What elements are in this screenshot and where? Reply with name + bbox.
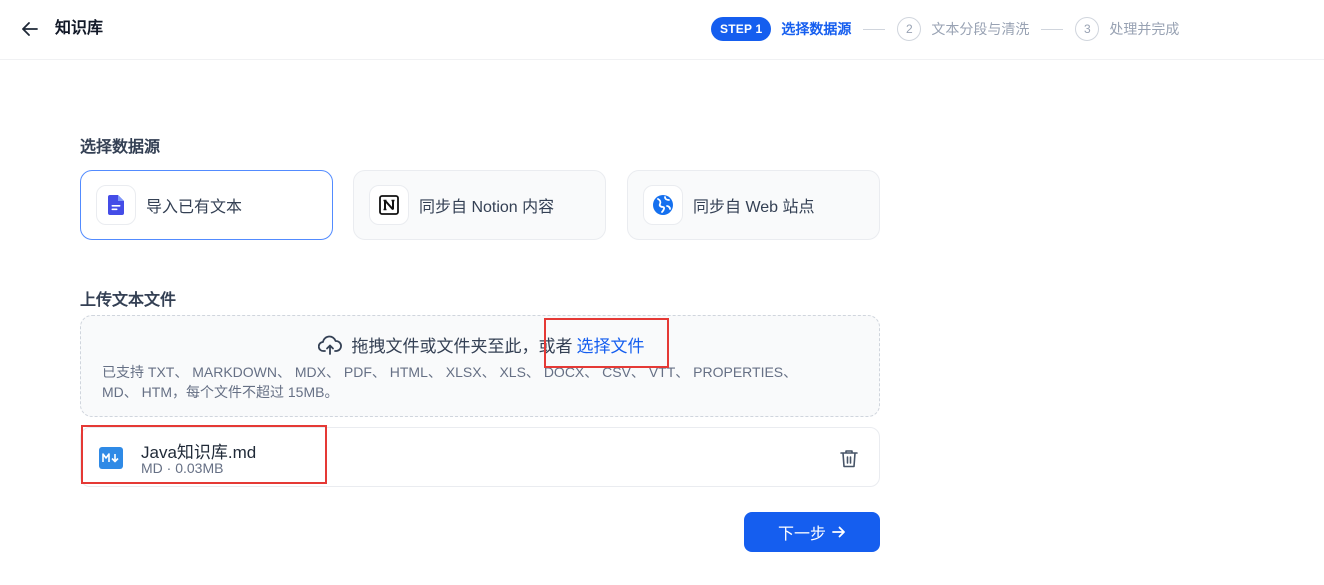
next-step-label: 下一步 <box>777 526 826 543</box>
step-divider <box>1041 28 1064 30</box>
trash-icon <box>840 449 858 467</box>
source-option-web[interactable]: 同步自 Web 站点 <box>627 170 880 240</box>
next-step-button[interactable]: 下一步 <box>744 512 880 552</box>
file-dropzone[interactable]: 拖拽文件或文件夹至此，或者 选择文件 已支持 TXT、 MARKDOWN、 MD… <box>80 315 880 417</box>
source-option-label: 导入已有文本 <box>146 199 243 216</box>
arrow-right-icon <box>832 526 846 538</box>
step-divider <box>863 28 886 30</box>
step1-pill: STEP 1 <box>711 17 772 41</box>
source-option-import-text[interactable]: 导入已有文本 <box>80 170 333 240</box>
dropzone-text: 拖拽文件或文件夹至此，或者 <box>351 337 573 356</box>
supported-formats-hint: 已支持 TXT、 MARKDOWN、 MDX、 PDF、 HTML、 XLSX、… <box>102 362 862 402</box>
hint-line: MD、 HTM，每个文件不超过 15MB。 <box>102 384 339 400</box>
source-option-label: 同步自 Notion 内容 <box>419 199 555 216</box>
delete-file-button[interactable] <box>838 447 860 469</box>
back-button[interactable] <box>19 18 41 40</box>
cloud-upload-icon <box>317 335 342 355</box>
source-option-notion[interactable]: 同步自 Notion 内容 <box>353 170 606 240</box>
hint-line: 已支持 TXT、 MARKDOWN、 MDX、 PDF、 HTML、 XLSX、… <box>102 364 798 380</box>
notion-icon <box>369 185 409 225</box>
document-icon <box>96 185 136 225</box>
page-title: 知识库 <box>55 20 104 37</box>
web-globe-icon <box>643 185 683 225</box>
dropzone-prompt: 拖拽文件或文件夹至此，或者 选择文件 <box>81 332 881 357</box>
step2-label: 文本分段与清洗 <box>931 21 1030 37</box>
step3-label: 处理并完成 <box>1109 21 1180 37</box>
highlight-box <box>544 318 669 368</box>
arrow-left-icon <box>22 22 38 36</box>
step2-number: 2 <box>897 17 922 41</box>
step1-label: 选择数据源 <box>781 21 852 37</box>
source-option-label: 同步自 Web 站点 <box>693 199 815 216</box>
stepper: STEP 1 选择数据源 2 文本分段与清洗 3 处理并完成 <box>711 17 1179 41</box>
top-header: 知识库 STEP 1 选择数据源 2 文本分段与清洗 3 处理并完成 <box>0 0 1324 60</box>
upload-title: 上传文本文件 <box>80 292 177 309</box>
data-source-title: 选择数据源 <box>80 139 161 156</box>
highlight-box <box>81 425 327 484</box>
step3-number: 3 <box>1075 17 1100 41</box>
